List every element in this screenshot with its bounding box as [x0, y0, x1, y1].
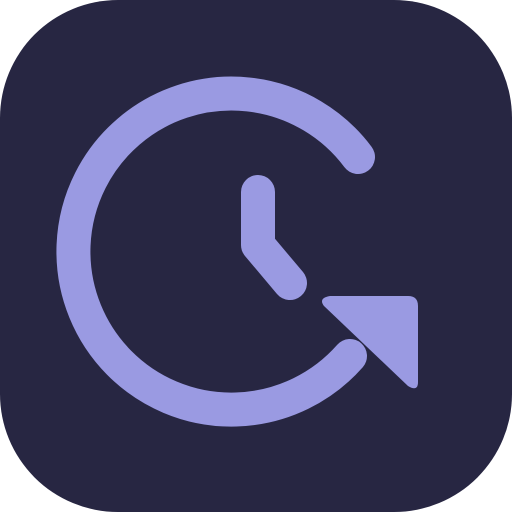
- app-icon: [0, 0, 512, 512]
- clock-history-icon: [0, 0, 512, 512]
